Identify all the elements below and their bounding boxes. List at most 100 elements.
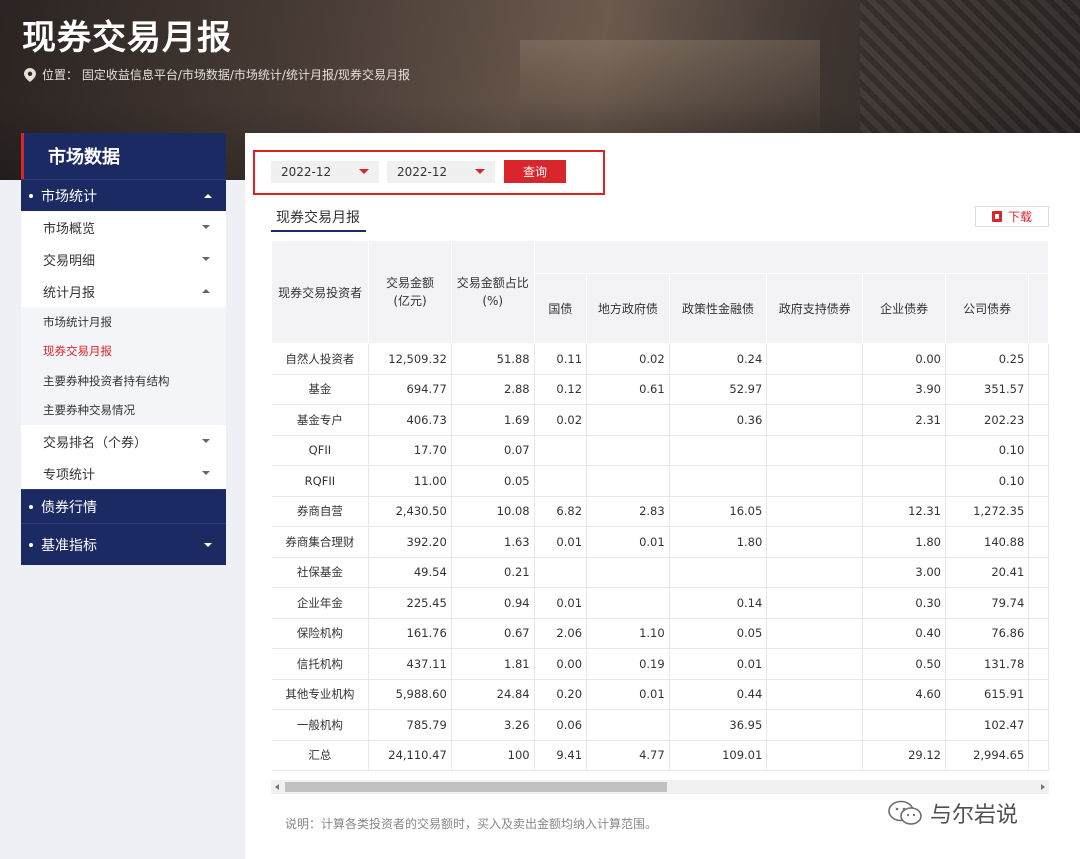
query-button[interactable]: 查询: [504, 160, 566, 183]
value-cell: 76.86: [945, 618, 1030, 649]
value-cell: 11.00: [368, 465, 452, 497]
value-cell: 0.01: [586, 679, 670, 710]
bullet-icon: [29, 504, 33, 509]
value-cell: 0.44: [669, 679, 768, 710]
value-cell: 131.78: [945, 648, 1030, 680]
value-cell: 0.00: [862, 343, 946, 375]
value-cell: 6.82: [534, 496, 588, 527]
table-row: 基金 694.77 2.88 0.12 0.61 52.97 3.90 351.57: [271, 374, 1049, 405]
download-label: 下载: [1007, 210, 1032, 224]
value-cell: 36.95: [669, 709, 768, 741]
value-cell: [669, 557, 768, 588]
sidebar-item-ranking[interactable]: 交易排名（个券）: [21, 425, 226, 457]
value-cell: [766, 648, 864, 680]
sidebar-item-special[interactable]: 专项统计: [21, 457, 226, 489]
value-cell: [534, 557, 588, 588]
table-row: RQFII 11.00 0.05 0.10: [271, 465, 1049, 497]
dropdown-arrow-icon: [475, 169, 485, 174]
value-cell: 1,272.35: [945, 496, 1030, 527]
value-cell: 0.94: [451, 587, 535, 619]
value-cell: 12.31: [862, 496, 946, 527]
value-cell: 49.54: [368, 557, 452, 588]
table-row: 自然人投资者 12,509.32 51.88 0.11 0.02 0.24 0.00 0.25: [271, 343, 1049, 375]
sidebar-leaf-trading-situation[interactable]: 主要券种交易情况: [21, 395, 226, 425]
start-month-select[interactable]: 2022-12: [271, 161, 379, 183]
start-month-value: 2022-12: [281, 165, 332, 179]
value-cell: 0.61: [586, 374, 670, 405]
overflow-cell: [1028, 679, 1049, 710]
value-cell: 161.76: [368, 618, 452, 649]
value-cell: 1.81: [451, 648, 535, 680]
sidebar-leaf-bond-trading-monthly[interactable]: 现券交易月报: [21, 336, 226, 366]
value-cell: [766, 679, 864, 710]
value-cell: [534, 435, 588, 466]
page-title: 现券交易月报: [22, 18, 232, 58]
value-cell: [766, 343, 864, 375]
value-cell: 1.63: [451, 526, 535, 558]
value-cell: 0.14: [669, 587, 768, 619]
chevron-down-icon: [202, 257, 210, 261]
overflow-cell: [1028, 557, 1049, 588]
horizontal-scrollbar[interactable]: [271, 780, 1049, 794]
scroll-right-icon[interactable]: [1041, 784, 1045, 790]
value-cell: 0.01: [586, 526, 670, 558]
overflow-cell: [1028, 648, 1049, 680]
value-cell: [766, 374, 864, 405]
value-cell: 0.67: [451, 618, 535, 649]
value-cell: 0.21: [451, 557, 535, 588]
investor-cell: QFII: [271, 435, 370, 466]
end-month-select[interactable]: 2022-12: [387, 161, 495, 183]
value-cell: 0.36: [669, 404, 768, 436]
sidebar-group-market-stats[interactable]: 市场统计: [21, 179, 226, 211]
dropdown-arrow-icon: [359, 169, 369, 174]
table-row: 汇总 24,110.47 100 9.41 4.77 109.01 29.12 2,994.6…: [271, 740, 1049, 771]
value-cell: 2.06: [534, 618, 588, 649]
value-cell: [862, 709, 946, 741]
value-cell: [766, 740, 864, 771]
overflow-cell: [1028, 343, 1049, 375]
value-cell: 0.02: [586, 343, 670, 375]
value-cell: 392.20: [368, 526, 452, 558]
chevron-down-icon: [204, 542, 212, 547]
value-cell: 615.91: [945, 679, 1030, 710]
investor-cell: 保险机构: [271, 618, 370, 649]
value-cell: 17.70: [368, 435, 452, 466]
report-table-container[interactable]: 现券交易投资者 交易金额 (亿元) 交易金额占比 (%) 国债 地方政府债 政策…: [271, 240, 1049, 773]
col-header-amount: 交易金额 (亿元): [368, 240, 452, 344]
sidebar-group-bond-quotes[interactable]: 债券行情: [21, 489, 226, 523]
value-cell: [862, 465, 946, 497]
value-cell: [586, 557, 670, 588]
breadcrumb-text[interactable]: 位置： 固定收益信息平台/市场数据/市场统计/统计月报/现券交易月报: [42, 66, 410, 83]
sidebar-leaf-holding-structure[interactable]: 主要券种投资者持有结构: [21, 366, 226, 396]
overflow-cell: [1028, 435, 1049, 466]
investor-cell: 券商集合理财: [271, 526, 370, 558]
value-cell: [766, 526, 864, 558]
value-cell: 785.79: [368, 709, 452, 741]
table-row: 保险机构 161.76 0.67 2.06 1.10 0.05 0.40 76.86: [271, 618, 1049, 649]
watermark-text: 与尔岩说: [930, 803, 1019, 828]
col-header-bond-type: 企业债券: [862, 273, 946, 344]
sidebar-leaf-market-monthly[interactable]: 市场统计月报: [21, 307, 226, 337]
value-cell: 51.88: [451, 343, 535, 375]
investor-cell: 券商自营: [271, 496, 370, 527]
sidebar-item-overview[interactable]: 市场概览: [21, 211, 226, 243]
value-cell: 225.45: [368, 587, 452, 619]
value-cell: 694.77: [368, 374, 452, 405]
scroll-left-icon[interactable]: [275, 784, 279, 790]
value-cell: 351.57: [945, 374, 1030, 405]
download-button[interactable]: 下载: [975, 206, 1049, 227]
value-cell: [766, 557, 864, 588]
scrollbar-thumb[interactable]: [285, 782, 667, 792]
value-cell: 2,430.50: [368, 496, 452, 527]
value-cell: 0.02: [534, 404, 588, 436]
sidebar-group-benchmark[interactable]: 基准指标: [21, 523, 226, 565]
value-cell: 24.84: [451, 679, 535, 710]
value-cell: 202.23: [945, 404, 1030, 436]
value-cell: 1.80: [669, 526, 768, 558]
sidebar-item-detail[interactable]: 交易明细: [21, 243, 226, 275]
breadcrumb: 位置： 固定收益信息平台/市场数据/市场统计/统计月报/现券交易月报: [24, 66, 410, 83]
sidebar-item-monthly[interactable]: 统计月报: [21, 275, 226, 307]
col-header-overflow: [1028, 273, 1049, 344]
chevron-up-icon: [202, 289, 210, 293]
value-cell: 0.19: [586, 648, 670, 680]
